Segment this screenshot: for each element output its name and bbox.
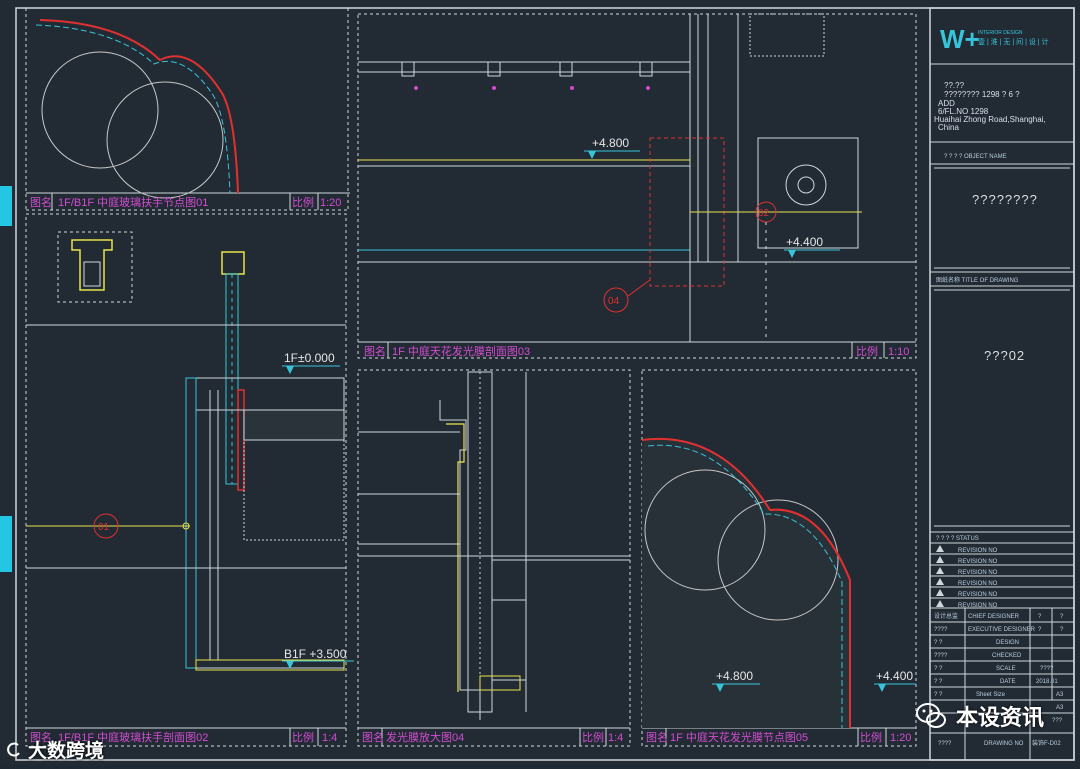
watermark-left: 大数跨境 (6, 736, 104, 763)
status-label: ? ? ? ? STATUS (936, 536, 979, 542)
tb-row-5-label: SCALE (996, 666, 1016, 672)
panel-05-title: 1F 中庭天花发光膜节点图05 (670, 730, 808, 744)
brand-swirl-icon (7, 742, 20, 757)
tb-row-3-key: ? ? (934, 640, 943, 646)
tb-row-10-a: 装饰F-D02 (1032, 739, 1061, 747)
tb-row-1-b: ? (1060, 614, 1064, 620)
panel-04-scale-label: 比例 (582, 730, 604, 744)
address-line-6: China (938, 123, 959, 132)
panel-03 (357, 13, 917, 359)
level-1f: 1F±0.000 (284, 351, 335, 365)
level-4400-bottom: +4.400 (876, 669, 913, 683)
tb-row-5-a: ???? (1040, 666, 1054, 672)
panel-03-name-label: 图名 (364, 344, 386, 358)
tb-row-2-key: ???? (934, 627, 948, 633)
tb-row-1-a: ? (1038, 614, 1042, 620)
cad-sheet: 图名 1F/B1F 中庭玻璃扶手节点图01 比例 1:20 图名 1F/B1F … (15, 7, 1075, 761)
panel-05-scale: 1:20 (890, 732, 911, 744)
watermark-right-text: 本设资讯 (955, 706, 1044, 731)
panel-01-name-label: 图名 (30, 195, 52, 209)
revision-5: REVISION NO (958, 592, 998, 598)
tb-row-7-a: A3 (1056, 692, 1064, 698)
panel-02 (25, 213, 354, 747)
logo-mark: W+ (940, 24, 980, 54)
tb-row-1-key: 设计总监 (934, 612, 958, 620)
panel-03-scale-label: 比例 (856, 344, 878, 358)
panel-05-scale-label: 比例 (860, 730, 882, 744)
logo-cn: 壹 | 淮 | 无 | 间 | 设 | 计 (978, 37, 1049, 46)
panel-01-title: 1F/B1F 中庭玻璃扶手节点图01 (58, 195, 208, 209)
level-4800-top: +4.800 (592, 136, 629, 150)
tb-row-5-key: ? ? (934, 666, 943, 672)
tb-row-6-key: ? ? (934, 679, 943, 685)
tb-row-10-label: DRAWING NO (984, 741, 1024, 747)
watermark-right: 本设资讯 (914, 699, 1044, 733)
tb-row-8-a: A3 (1056, 705, 1064, 711)
callout-01: 01 (98, 522, 110, 533)
panel-04-title: 发光膜放大图04 (386, 730, 464, 744)
side-tab-top (0, 186, 12, 226)
panel-01 (25, 8, 350, 211)
tb-row-1-label: CHIEF DESIGNER (968, 614, 1020, 620)
address-line-2: ???????? 1298 ? 6 ? (944, 90, 1020, 99)
panel-04-scale: 1:4 (608, 732, 623, 744)
address-line-1: ??.?? (944, 81, 965, 90)
revision-2: REVISION NO (958, 559, 998, 565)
revision-3: REVISION NO (958, 570, 998, 576)
tb-row-6-label: DATE (1000, 679, 1016, 685)
tb-row-10-key: ???? (938, 741, 952, 747)
panel-01-scale: 1:20 (320, 197, 341, 209)
callout-02: 02 (758, 208, 770, 219)
project-label: ? ? ? ? OBJECT NAME (944, 154, 1007, 160)
revision-6: REVISION NO (958, 603, 998, 609)
level-4800-bottom: +4.800 (716, 669, 753, 683)
panel-03-title: 1F 中庭天花发光膜剖面图03 (392, 344, 530, 358)
drawing-title-value: ???02 (984, 348, 1025, 363)
side-tab-bottom (0, 516, 12, 572)
tb-row-3-label: DESIGN (996, 640, 1019, 646)
logo-en: INTERIOR DESIGN (978, 30, 1023, 36)
panel-03-scale: 1:10 (888, 346, 909, 358)
project-value: ???????? (972, 192, 1038, 207)
wechat-icon (915, 703, 946, 728)
panel-05 (641, 369, 917, 747)
watermark-left-text: 大数跨境 (28, 740, 105, 762)
tb-row-4-key: ???? (934, 653, 948, 659)
tb-row-6-a: 2018.01 (1036, 679, 1058, 685)
tb-row-2-label: EXECUTIVE DESIGNER (968, 627, 1036, 633)
cad-drawing-canvas: 图名 1F/B1F 中庭玻璃扶手节点图01 比例 1:20 图名 1F/B1F … (0, 0, 1080, 765)
revision-4: REVISION NO (958, 581, 998, 587)
sheet-border (15, 7, 1075, 761)
revision-1: REVISION NO (958, 548, 998, 554)
panel-05-name-label: 图名 (646, 730, 668, 744)
tb-row-4-label: CHECKED (992, 653, 1022, 659)
tb-row-7-label: Sheet Size (976, 692, 1006, 698)
panel-01-scale-label: 比例 (292, 195, 314, 209)
panel-04-name-label: 图名 (362, 730, 384, 744)
tb-row-7-key: ? ? (934, 692, 943, 698)
tb-row-2-b: ? (1060, 627, 1064, 633)
callout-04: 04 (608, 296, 620, 307)
drawing-title-label: 图纸名称 TITLE OF DRAWING (936, 276, 1019, 284)
panel-02-scale: 1:4 (322, 732, 337, 744)
level-b1f: B1F +3.500 (284, 647, 347, 661)
tb-row-9-a: ??? (1052, 718, 1063, 724)
tb-row-2-a: ? (1038, 627, 1042, 633)
panel-02-scale-label: 比例 (292, 730, 314, 744)
level-4400-top: +4.400 (786, 235, 823, 249)
panel-04 (357, 369, 631, 747)
